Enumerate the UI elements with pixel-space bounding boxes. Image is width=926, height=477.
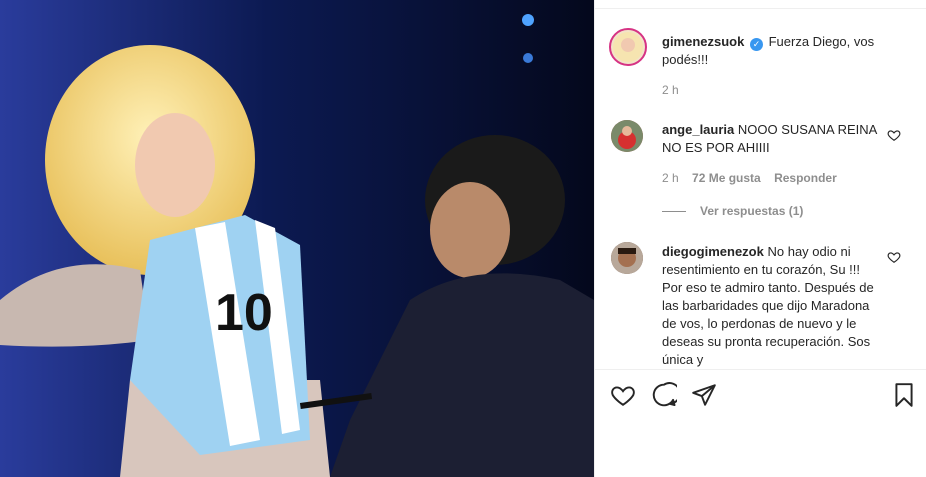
caption-time[interactable]: 2 h <box>662 83 679 97</box>
author-username[interactable]: gimenezsuok <box>662 34 744 49</box>
comment-avatar-image <box>611 242 643 274</box>
view-replies-button[interactable]: Ver respuestas (1) <box>662 204 803 218</box>
comment-avatar[interactable] <box>611 242 643 274</box>
comments-panel: gimenezsuok ✓ Fuerza Diego, vos podés!!!… <box>594 0 926 477</box>
author-avatar-image <box>613 32 643 62</box>
comment-time[interactable]: 2 h <box>662 171 679 185</box>
verified-badge-icon: ✓ <box>749 38 763 51</box>
heart-icon[interactable] <box>887 128 901 142</box>
reply-button[interactable]: Responder <box>774 171 837 185</box>
comment: ange_lauria NOOO SUSANA REINA NO ES POR … <box>662 121 882 157</box>
comment-username[interactable]: ange_lauria <box>662 122 734 137</box>
heart-icon[interactable] <box>887 250 901 264</box>
comment-avatar[interactable] <box>611 120 643 152</box>
comment-text: No hay odio ni resentimiento en tu coraz… <box>662 244 874 367</box>
comment-likes[interactable]: 72 Me gusta <box>692 171 761 185</box>
divider <box>595 8 926 9</box>
comments-list[interactable]: gimenezsuok ✓ Fuerza Diego, vos podés!!!… <box>595 10 926 370</box>
comment-username[interactable]: diegogimenezok <box>662 244 764 259</box>
caption-meta: 2 h <box>662 83 689 97</box>
heart-icon[interactable] <box>610 382 636 408</box>
bookmark-icon[interactable] <box>891 382 917 408</box>
jersey-number: 10 <box>215 284 273 342</box>
author-avatar[interactable] <box>609 28 647 66</box>
divider <box>662 211 686 213</box>
post-caption: gimenezsuok ✓ Fuerza Diego, vos podés!!! <box>662 33 882 69</box>
comment-meta: 2 h 72 Me gusta Responder <box>662 171 847 185</box>
share-icon[interactable] <box>691 382 717 408</box>
comment: diegogimenezok No hay odio ni resentimie… <box>662 243 882 369</box>
action-bar <box>595 369 926 420</box>
comment-avatar-image <box>611 120 643 152</box>
view-replies-label: Ver respuestas (1) <box>700 204 804 218</box>
photo-illustration: 10 <box>0 0 594 477</box>
post-photo[interactable]: 10 <box>0 0 594 477</box>
comment-icon[interactable] <box>651 382 677 408</box>
